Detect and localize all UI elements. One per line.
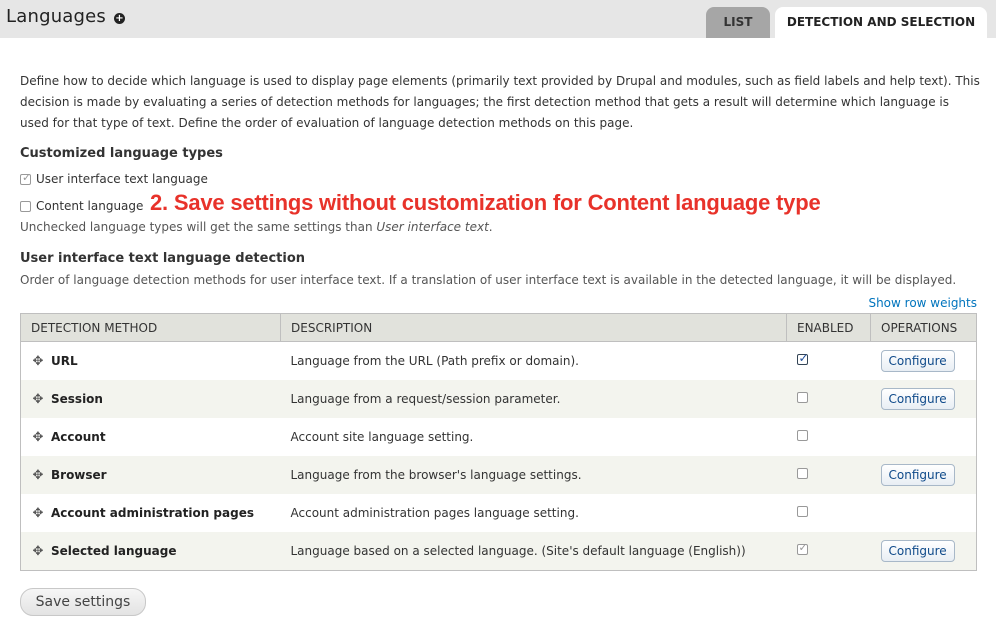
configure-button[interactable]: Configure [880,540,955,562]
enabled-checkbox[interactable] [796,351,809,365]
col-operations: OPERATIONS [870,313,977,342]
method-name: URL [51,353,78,368]
table-row: ✥ Browser Language from the browser's lan… [20,456,977,494]
col-description: DESCRIPTION [280,313,787,342]
enabled-checkbox[interactable] [796,392,808,403]
enabled-checkbox[interactable] [796,506,808,517]
page-title: Languages [6,6,107,27]
detection-heading: User interface text language detection [20,251,306,266]
configure-button[interactable]: Configure [880,464,955,486]
add-shortcut-icon[interactable]: + [114,13,125,24]
table-row: ✥ Account administration pages Account ad… [20,494,977,532]
table-row: ✥ URL Language from the URL (Path prefix … [20,341,977,380]
drag-handle-icon[interactable]: ✥ [31,468,45,483]
enabled-checkbox[interactable] [796,430,808,441]
annotation-callout: 2. Save settings without customization f… [150,190,821,215]
content-language-checkbox[interactable] [20,200,31,212]
detection-description: Order of language detection methods for … [20,273,957,287]
save-settings-button[interactable]: Save settings [20,588,146,616]
method-name: Account [51,429,106,444]
checkbox-row-content[interactable]: Content language [20,199,143,213]
col-detection-method: DETECTION METHOD [20,313,281,342]
tab-detection-and-selection[interactable]: DETECTION AND SELECTION [775,7,987,38]
table-row: ✥ Session Language from a request/session… [20,380,977,418]
drag-handle-icon[interactable]: ✥ [31,354,45,369]
method-name: Selected language [51,543,177,558]
method-description: Account site language setting. [280,418,787,456]
tab-list[interactable]: LIST [706,7,770,38]
method-description: Account administration pages language se… [280,494,787,532]
page-header: Languages + LIST DETECTION AND SELECTION [0,0,996,38]
interface-language-label: User interface text language [36,172,208,186]
method-description: Language from a request/session paramete… [280,380,787,418]
customized-help: Unchecked language types will get the sa… [20,220,493,234]
show-row-weights-link[interactable]: Show row weights [868,296,977,310]
enabled-checkbox [796,541,808,555]
drag-handle-icon[interactable]: ✥ [31,430,45,445]
method-name: Browser [51,467,107,482]
configure-button[interactable]: Configure [880,350,955,372]
content-language-label: Content language [36,199,144,213]
drag-handle-icon[interactable]: ✥ [31,544,45,559]
method-name: Account administration pages [51,505,254,520]
intro-text: Define how to decide which language is u… [20,74,980,130]
drag-handle-icon[interactable]: ✥ [31,506,45,521]
method-description: Language from the browser's language set… [280,456,787,494]
table-row: ✥ Selected language Language based on a s… [20,532,977,571]
method-description: Language from the URL (Path prefix or do… [280,341,787,380]
col-enabled: ENABLED [786,313,871,342]
detection-methods-table: DETECTION METHOD DESCRIPTION ENABLED OPE… [20,313,977,571]
enabled-checkbox[interactable] [796,468,808,479]
interface-language-checkbox[interactable] [20,171,31,185]
drag-handle-icon[interactable]: ✥ [31,392,45,407]
table-row: ✥ Account Account site language setting. [20,418,977,456]
checkbox-row-interface[interactable]: User interface text language [20,171,208,186]
customized-heading: Customized language types [20,146,223,161]
method-description: Language based on a selected language. (… [280,532,787,571]
method-name: Session [51,391,103,406]
configure-button[interactable]: Configure [880,388,955,410]
